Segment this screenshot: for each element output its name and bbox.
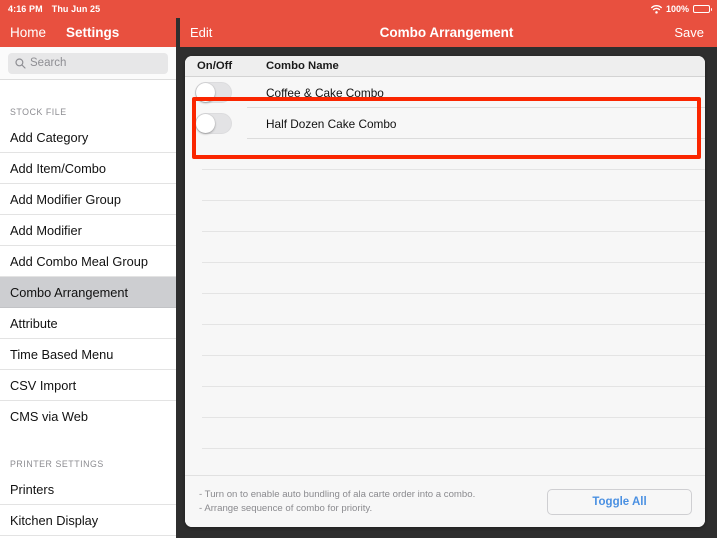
- sidebar-item-label: Combo Arrangement: [10, 284, 129, 300]
- toggle-knob: [196, 114, 215, 133]
- table-row[interactable]: Coffee & Cake Combo: [185, 77, 705, 108]
- sidebar-item-combo-arrangement[interactable]: Combo Arrangement: [0, 277, 176, 308]
- toggle-all-button[interactable]: Toggle All: [547, 488, 692, 515]
- sidebar-section-header-printer-settings: PRINTER SETTINGS: [0, 457, 176, 474]
- sidebar-item-label: Attribute: [10, 315, 58, 331]
- search-icon: [15, 57, 26, 69]
- sidebar-item-attribute[interactable]: Attribute: [0, 308, 176, 339]
- wifi-icon: [651, 4, 662, 14]
- edit-button[interactable]: Edit: [190, 25, 212, 40]
- sidebar-section-gap: [0, 432, 176, 457]
- empty-row: [185, 263, 705, 294]
- on-off-cell: [185, 113, 266, 134]
- sidebar-item-label: Add Modifier Group: [10, 191, 121, 207]
- empty-row: [185, 418, 705, 449]
- status-time: 4:16 PM: [8, 4, 43, 14]
- footer-note-line-1: - Turn on to enable auto bundling of ala…: [199, 489, 476, 500]
- sidebar-item-label: Add Category: [10, 129, 89, 145]
- combo-toggle-switch[interactable]: [195, 82, 232, 103]
- sidebar-item-time-based-menu[interactable]: Time Based Menu: [0, 339, 176, 370]
- home-button[interactable]: Home: [10, 25, 46, 40]
- sidebar-menu-list: STOCK FILE Add Category Add Item/Combo A…: [0, 80, 176, 538]
- toggle-knob: [196, 83, 215, 102]
- page-title: Combo Arrangement: [379, 25, 514, 40]
- sidebar-item-add-category[interactable]: Add Category: [0, 122, 176, 153]
- sidebar-item-label: Printers: [10, 481, 55, 497]
- empty-row: [185, 139, 705, 170]
- detail-navbar: Edit Combo Arrangement Save: [176, 18, 717, 47]
- sidebar-item-printers[interactable]: Printers: [0, 474, 176, 505]
- sidebar-item-add-modifier[interactable]: Add Modifier: [0, 215, 176, 246]
- app-root: 4:16 PM Thu Jun 25 Home Settings Search: [0, 0, 717, 538]
- sidebar-top-gap: [0, 80, 176, 105]
- combo-name-label: Half Dozen Cake Combo: [266, 116, 397, 131]
- search-input[interactable]: Search: [8, 52, 168, 74]
- battery-full-icon: [693, 5, 712, 13]
- column-header-combo-name: Combo Name: [266, 60, 339, 72]
- settings-title: Settings: [66, 25, 120, 40]
- empty-row: [185, 170, 705, 201]
- empty-row: [185, 294, 705, 325]
- search-bar-container: Search: [0, 47, 176, 80]
- table-row[interactable]: Half Dozen Cake Combo: [185, 108, 705, 139]
- sidebar-item-add-combo-meal-group[interactable]: Add Combo Meal Group: [0, 246, 176, 277]
- combo-table[interactable]: Coffee & Cake Combo Half Dozen Cake Comb…: [185, 77, 705, 475]
- sidebar-item-csv-import[interactable]: CSV Import: [0, 370, 176, 401]
- combo-toggle-switch[interactable]: [195, 113, 232, 134]
- save-button[interactable]: Save: [674, 25, 704, 40]
- combo-arrangement-card: On/Off Combo Name Coffee & Cake Combo Ha…: [185, 56, 705, 527]
- empty-row: [185, 387, 705, 418]
- sidebar-section-header-stock-file: STOCK FILE: [0, 105, 176, 122]
- sidebar-item-label: Time Based Menu: [10, 346, 114, 362]
- sidebar-item-label: CSV Import: [10, 377, 77, 393]
- empty-row: [185, 325, 705, 356]
- sidebar: 4:16 PM Thu Jun 25 Home Settings Search: [0, 0, 176, 538]
- column-header-on-off: On/Off: [197, 60, 233, 72]
- sidebar-divider: [176, 18, 180, 538]
- detail-status-bar: 100%: [176, 0, 717, 18]
- footer-note-line-2: - Arrange sequence of combo for priority…: [199, 502, 373, 514]
- detail-pane: 100% Edit Combo Arrangement Save On/Off …: [176, 0, 717, 538]
- battery-percent-label: 100%: [665, 4, 689, 14]
- on-off-cell: [185, 82, 266, 103]
- sidebar-navbar: Home Settings: [0, 18, 176, 47]
- sidebar-item-add-modifier-group[interactable]: Add Modifier Group: [0, 184, 176, 215]
- empty-row: [185, 232, 705, 263]
- search-placeholder: Search: [30, 57, 67, 69]
- detail-body: On/Off Combo Name Coffee & Cake Combo Ha…: [176, 47, 717, 538]
- empty-row: [185, 356, 705, 387]
- card-footer: - Turn on to enable auto bundling of ala…: [185, 475, 705, 527]
- empty-row: [185, 449, 705, 475]
- table-header: On/Off Combo Name: [185, 56, 705, 77]
- sidebar-item-kitchen-display[interactable]: Kitchen Display: [0, 505, 176, 536]
- sidebar-status-bar: 4:16 PM Thu Jun 25: [0, 0, 176, 18]
- footer-notes: - Turn on to enable auto bundling of ala…: [199, 488, 547, 515]
- status-date: Thu Jun 25: [51, 4, 101, 14]
- sidebar-item-cms-via-web[interactable]: CMS via Web: [0, 401, 176, 432]
- sidebar-item-label: Add Combo Meal Group: [10, 253, 148, 269]
- sidebar-item-label: Add Item/Combo: [10, 160, 107, 176]
- sidebar-item-label: CMS via Web: [10, 408, 88, 424]
- sidebar-item-label: Add Modifier: [10, 222, 82, 238]
- sidebar-item-add-item-combo[interactable]: Add Item/Combo: [0, 153, 176, 184]
- empty-row: [185, 201, 705, 232]
- combo-name-label: Coffee & Cake Combo: [266, 85, 384, 100]
- sidebar-item-label: Kitchen Display: [10, 512, 99, 528]
